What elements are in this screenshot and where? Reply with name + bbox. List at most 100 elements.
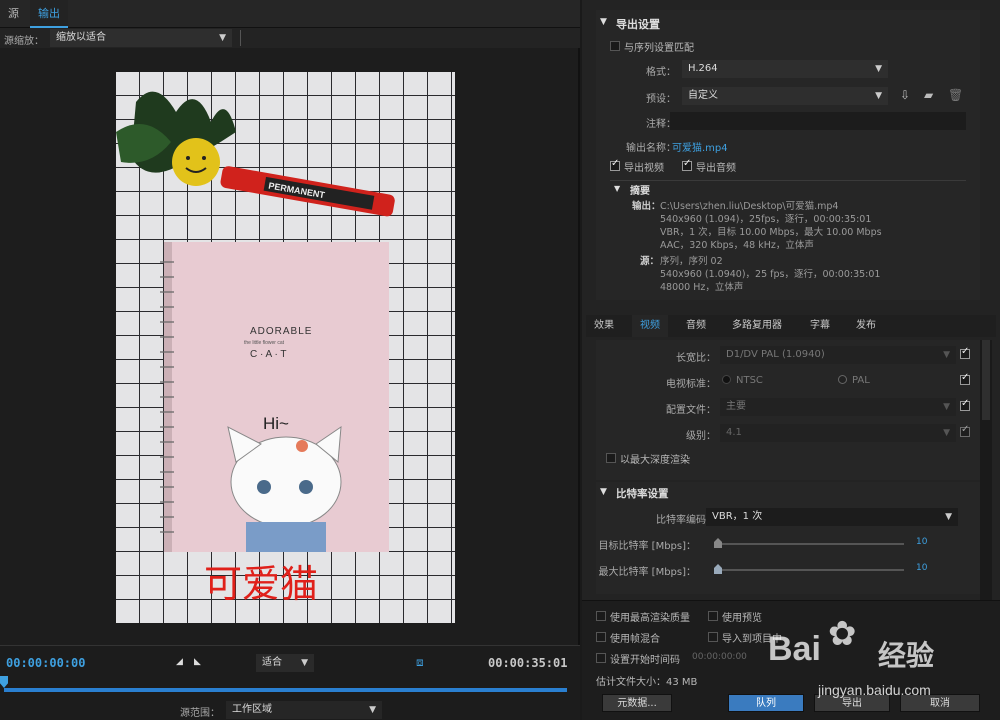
tab-video[interactable]: 视频: [632, 315, 668, 337]
bitrate-title: 比特率设置: [616, 488, 669, 500]
match-sequence-checkbox[interactable]: [610, 41, 620, 51]
source-scale-dropdown[interactable]: 缩放以适合 ▼: [50, 29, 232, 47]
profile-checkbox[interactable]: [960, 401, 970, 411]
ntsc-radio[interactable]: [722, 375, 731, 384]
timeline-controls: 00:00:00:00 ◢ ◣ 适合 ▼ ⧈ 00:00:35:01 源范围： …: [0, 645, 580, 720]
tab-multiplexer[interactable]: 多路复用器: [724, 315, 790, 337]
summary-source: 序列，序列 02 540x960 (1.0940)，25 fps，逐行，00:0…: [660, 255, 970, 294]
profile-label: 配置文件：: [666, 405, 716, 416]
watermark-url: jingyan.baidu.com: [818, 682, 931, 698]
pal-radio[interactable]: [838, 375, 847, 384]
max-render-quality-checkbox[interactable]: [596, 611, 606, 621]
format-dropdown[interactable]: H.264 ▼: [682, 60, 888, 78]
playhead-icon[interactable]: [0, 676, 8, 688]
settings-scrollbar-thumb[interactable]: [982, 340, 990, 420]
end-timecode: 00:00:35:01: [488, 656, 568, 670]
chevron-down-icon: ▼: [945, 512, 952, 522]
bitrate-encoding-value: VBR，1 次: [712, 511, 763, 522]
delete-preset-icon[interactable]: 🗑: [948, 88, 963, 102]
pal-label: PAL: [852, 375, 870, 386]
chevron-down-icon: ▼: [875, 64, 882, 74]
fit-value: 适合: [262, 657, 282, 668]
aspect-checkbox[interactable]: [960, 349, 970, 359]
divider: [610, 180, 966, 181]
aspect-label: 长宽比：: [676, 353, 716, 364]
notebook-subtitle: the little flower cat: [244, 340, 285, 346]
current-timecode[interactable]: 00:00:00:00: [6, 656, 85, 670]
aspect-dropdown[interactable]: D1/DV PAL (1.0940) ▼: [720, 346, 956, 364]
collapse-triangle-icon[interactable]: ▼: [600, 17, 607, 27]
start-timecode-checkbox[interactable]: [596, 653, 606, 663]
frame-blend-checkbox[interactable]: [596, 632, 606, 642]
queue-button[interactable]: 队列: [728, 694, 804, 712]
tab-captions[interactable]: 字幕: [802, 315, 838, 337]
save-preset-icon[interactable]: ⇩: [900, 88, 910, 102]
watermark-brand: Bai: [768, 630, 821, 668]
tab-audio[interactable]: 音频: [678, 315, 714, 337]
chevron-down-icon: ▼: [943, 428, 950, 438]
max-bitrate-knob[interactable]: [714, 564, 722, 574]
source-range-label: 源范围：: [180, 708, 220, 719]
preview-image: PERMANENT ADORABLE the little flower cat…: [116, 72, 455, 623]
aspect-toggle-icon[interactable]: ⧈: [416, 655, 424, 670]
mark-out-icon[interactable]: ◣: [194, 657, 201, 667]
profile-dropdown[interactable]: 主要 ▼: [720, 398, 956, 416]
level-checkbox[interactable]: [960, 427, 970, 437]
max-bitrate-slider[interactable]: [716, 569, 904, 571]
level-dropdown[interactable]: 4.1 ▼: [720, 424, 956, 442]
divider: [240, 30, 241, 46]
collapse-triangle-icon[interactable]: ▼: [614, 184, 620, 193]
summary-title: 摘要: [630, 186, 650, 197]
source-scale-value: 缩放以适合: [56, 32, 106, 43]
start-timecode-value[interactable]: 00:00:00:00: [692, 652, 747, 662]
export-video-checkbox[interactable]: [610, 161, 620, 171]
max-bitrate-value[interactable]: 10: [916, 563, 927, 573]
export-audio-checkbox[interactable]: [682, 161, 692, 171]
timeline-scrubber[interactable]: [4, 688, 567, 692]
tv-standard-checkbox[interactable]: [960, 375, 970, 385]
output-name-link[interactable]: 可爱猫.mp4: [672, 139, 728, 154]
summary-output: C:\Users\zhen.liu\Desktop\可爱猫.mp4 540x96…: [660, 200, 970, 252]
collapse-triangle-icon[interactable]: ▼: [600, 487, 607, 497]
notebook-hi-text: Hi~: [263, 414, 289, 433]
fit-dropdown[interactable]: 适合 ▼: [256, 654, 314, 672]
chevron-down-icon: ▼: [875, 91, 882, 101]
target-bitrate-value[interactable]: 10: [916, 537, 927, 547]
preset-dropdown[interactable]: 自定义 ▼: [682, 87, 888, 105]
baidu-watermark: Bai ✿ 经验: [768, 612, 990, 682]
import-project-checkbox[interactable]: [708, 632, 718, 642]
import-preset-icon[interactable]: ▰: [924, 88, 933, 102]
summary-output-line: 540x960 (1.094)，25fps，逐行，00:00:35:01: [660, 214, 872, 225]
summary-source-line: 序列，序列 02: [660, 256, 723, 267]
export-audio-label: 导出音频: [696, 163, 736, 174]
summary-output-line: VBR，1 次，目标 10.00 Mbps，最大 10.00 Mbps: [660, 227, 882, 238]
tab-effects[interactable]: 效果: [586, 315, 622, 337]
watermark-brand-text: 经验: [878, 639, 935, 672]
summary-output-line: AAC，320 Kbps，48 kHz，立体声: [660, 240, 814, 251]
target-bitrate-knob[interactable]: [714, 538, 722, 548]
metadata-button[interactable]: 元数据...: [602, 694, 672, 712]
notebook-cat-text: C · A · T: [250, 349, 287, 360]
bitrate-encoding-dropdown[interactable]: VBR，1 次 ▼: [706, 508, 958, 526]
tab-source[interactable]: 源: [0, 0, 27, 28]
paw-icon: ✿: [828, 614, 857, 654]
level-value: 4.1: [726, 427, 742, 438]
output-name-label: 输出名称：: [626, 143, 676, 154]
video-preview: PERMANENT ADORABLE the little flower cat…: [116, 72, 455, 623]
tab-publish[interactable]: 发布: [848, 315, 884, 337]
chevron-down-icon: ▼: [943, 402, 950, 412]
target-bitrate-slider[interactable]: [716, 543, 904, 545]
source-range-dropdown[interactable]: 工作区域 ▼: [226, 701, 382, 719]
chevron-down-icon: ▼: [943, 350, 950, 360]
max-depth-checkbox[interactable]: [606, 453, 616, 463]
comment-input[interactable]: [670, 112, 966, 130]
use-preview-checkbox[interactable]: [708, 611, 718, 621]
mark-in-icon[interactable]: ◢: [176, 657, 183, 667]
export-video-label: 导出视频: [624, 163, 664, 174]
tab-output[interactable]: 输出: [30, 0, 68, 28]
comment-label: 注释：: [646, 119, 676, 130]
notebook-title: ADORABLE: [250, 326, 312, 337]
file-size-estimate: 估计文件大小：43 MB: [596, 677, 698, 688]
panel-tab-bar: 源 输出: [0, 0, 580, 28]
chevron-down-icon: ▼: [301, 658, 308, 668]
